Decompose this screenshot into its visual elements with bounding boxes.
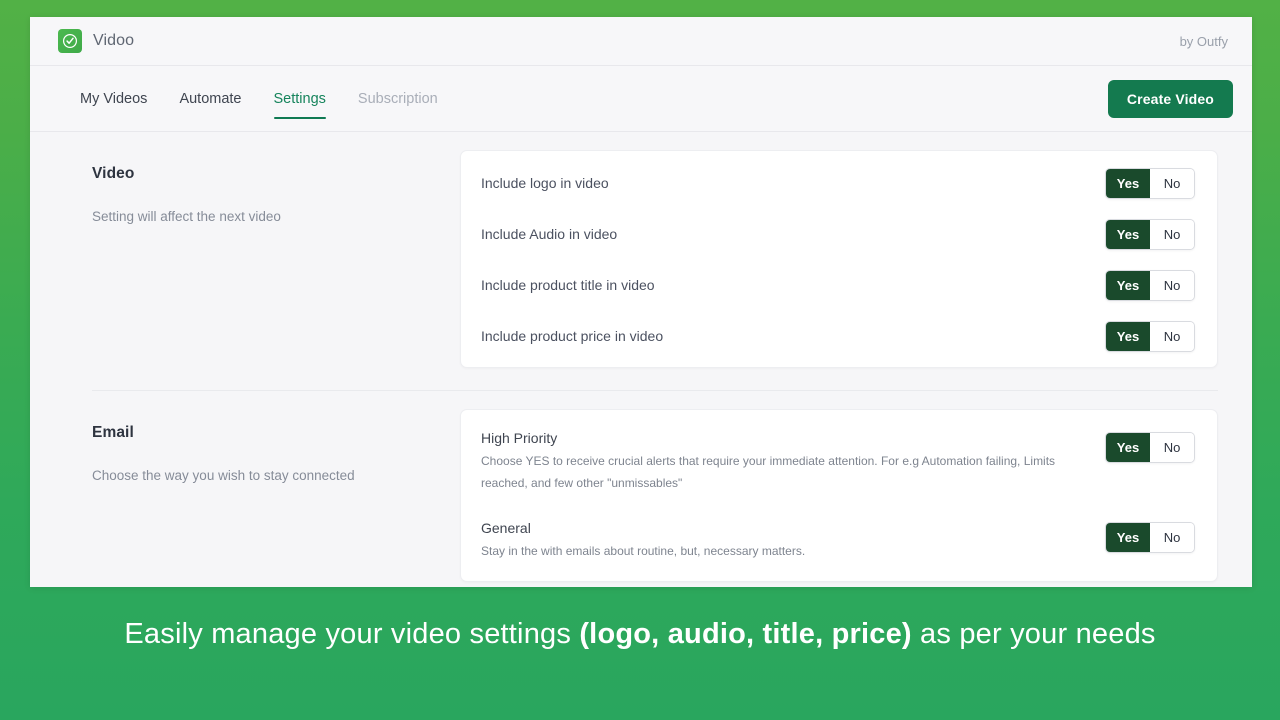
app-window: Vidoo by Outfy My Videos Automate Settin…: [30, 17, 1252, 587]
toggle-include-audio[interactable]: Yes No: [1105, 219, 1195, 250]
brand-name: Vidoo: [93, 32, 135, 49]
toggle-option-yes[interactable]: Yes: [1106, 523, 1150, 553]
section-title: Email: [92, 424, 134, 441]
setting-row-general: General Stay in the with emails about ro…: [481, 506, 1195, 574]
setting-label: Include product title in video: [481, 276, 655, 293]
toggle-option-no[interactable]: No: [1150, 322, 1194, 351]
settings-content: Video Setting will affect the next video…: [30, 132, 1252, 587]
setting-row-include-product-price: Include product price in video Yes No: [481, 310, 1195, 361]
toggle-option-no[interactable]: No: [1150, 220, 1194, 249]
section-description: Setting will affect the next video: [92, 209, 281, 224]
toggle-option-no[interactable]: No: [1150, 523, 1194, 553]
create-video-button[interactable]: Create Video: [1107, 79, 1233, 118]
section-email-heading: Email Choose the way you wish to stay co…: [62, 409, 460, 483]
tab-settings[interactable]: Settings: [258, 66, 342, 131]
tab-automate[interactable]: Automate: [163, 66, 257, 131]
toggle-option-yes[interactable]: Yes: [1106, 169, 1150, 198]
toggle-option-no[interactable]: No: [1150, 271, 1194, 300]
setting-sublabel: Stay in the with emails about routine, b…: [481, 544, 806, 559]
setting-label: Include logo in video: [481, 174, 609, 191]
toggle-include-product-title[interactable]: Yes No: [1105, 270, 1195, 301]
promo-stage: Vidoo by Outfy My Videos Automate Settin…: [0, 0, 1280, 720]
toggle-option-yes[interactable]: Yes: [1106, 433, 1150, 462]
promo-caption: Easily manage your video settings (logo,…: [0, 618, 1280, 651]
toggle-high-priority[interactable]: Yes No: [1105, 432, 1195, 463]
tab-subscription[interactable]: Subscription: [342, 66, 454, 131]
setting-label: High Priority: [481, 430, 558, 446]
section-video-heading: Video Setting will affect the next video: [62, 150, 460, 224]
section-video: Video Setting will affect the next video…: [62, 132, 1218, 368]
caption-highlight: (logo, audio, title, price): [579, 618, 912, 650]
video-settings-card: Include logo in video Yes No Include Aud…: [460, 150, 1218, 368]
setting-row-include-product-title: Include product title in video Yes No: [481, 259, 1195, 310]
section-email: Email Choose the way you wish to stay co…: [62, 391, 1218, 582]
setting-label: Include Audio in video: [481, 225, 618, 242]
setting-sublabel: Choose YES to receive crucial alerts tha…: [481, 454, 1056, 491]
setting-text-group: General Stay in the with emails about ro…: [481, 520, 805, 562]
setting-row-high-priority: High Priority Choose YES to receive cruc…: [481, 416, 1195, 506]
section-title: Video: [92, 165, 135, 182]
caption-part-2: as per your needs: [911, 618, 1156, 650]
tab-my-videos[interactable]: My Videos: [58, 66, 163, 131]
setting-row-include-audio: Include Audio in video Yes No: [481, 208, 1195, 259]
toggle-option-yes[interactable]: Yes: [1106, 220, 1150, 249]
toggle-option-yes[interactable]: Yes: [1106, 271, 1150, 300]
email-settings-card: High Priority Choose YES to receive cruc…: [460, 409, 1218, 582]
setting-row-include-logo: Include logo in video Yes No: [481, 157, 1195, 208]
check-circle-icon: [58, 29, 82, 53]
setting-label: Include product price in video: [481, 327, 664, 344]
app-topbar: Vidoo by Outfy: [30, 17, 1252, 66]
byline: by Outfy: [1179, 33, 1228, 49]
toggle-option-no[interactable]: No: [1150, 433, 1194, 462]
toggle-option-yes[interactable]: Yes: [1106, 322, 1150, 351]
section-description: Choose the way you wish to stay connecte…: [92, 468, 355, 483]
toggle-include-logo[interactable]: Yes No: [1105, 168, 1195, 199]
tab-list: My Videos Automate Settings Subscription: [58, 66, 454, 131]
setting-text-group: High Priority Choose YES to receive cruc…: [481, 430, 1081, 494]
toggle-option-no[interactable]: No: [1150, 169, 1194, 198]
toggle-include-product-price[interactable]: Yes No: [1105, 321, 1195, 352]
brand[interactable]: Vidoo: [58, 29, 134, 53]
setting-label: General: [481, 520, 531, 537]
caption-part-1: Easily manage your video settings: [124, 618, 580, 650]
toggle-general[interactable]: Yes No: [1105, 522, 1195, 554]
app-navbar: My Videos Automate Settings Subscription…: [30, 66, 1252, 132]
